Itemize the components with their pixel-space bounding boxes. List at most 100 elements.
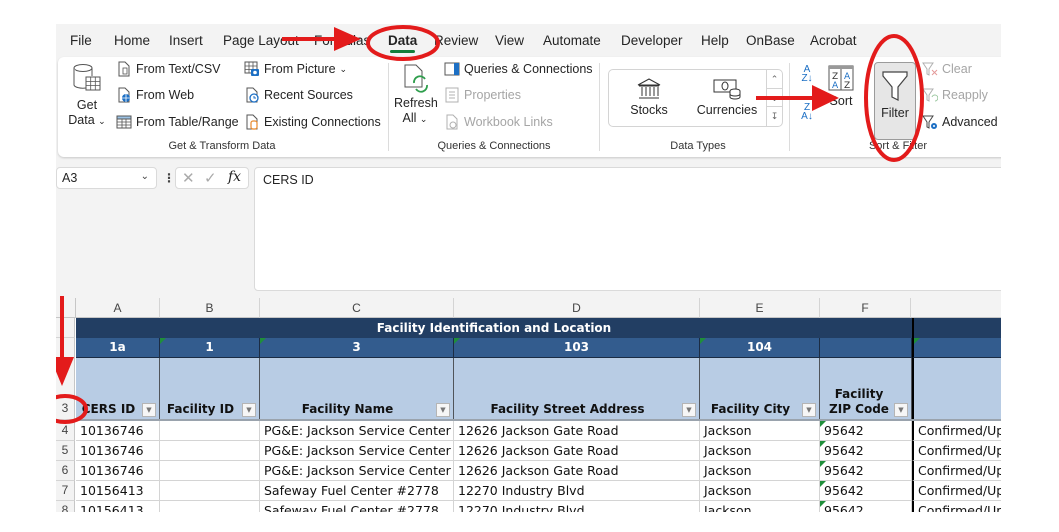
formula-input[interactable]: CERS ID	[254, 167, 1001, 291]
cell-city[interactable]: Jackson	[700, 501, 820, 512]
cell-street-address[interactable]: 12270 Industry Blvd	[454, 501, 700, 512]
filter-dropdown-icon[interactable]: ▼	[142, 403, 156, 417]
clear-button[interactable]: Clear	[922, 61, 972, 77]
tab-page-layout[interactable]: Page Layout	[223, 33, 299, 48]
row-header-7[interactable]: 7	[56, 481, 75, 501]
cell-facility-name[interactable]: Safeway Fuel Center #2778	[260, 481, 454, 501]
enter-check-icon[interactable]: ✓	[204, 169, 217, 187]
filter-dropdown-icon[interactable]: ▼	[802, 403, 816, 417]
row-header-1[interactable]	[56, 318, 75, 338]
band-title-next[interactable]	[912, 318, 1001, 338]
cell-type[interactable]: Confirmed/Upd	[912, 501, 1001, 512]
row-header-5[interactable]: 5	[56, 441, 75, 461]
row-header-6[interactable]: 6	[56, 461, 75, 481]
tab-view[interactable]: View	[495, 33, 524, 48]
cell-facility-name[interactable]: PG&E: Jackson Service Center	[260, 441, 454, 461]
cell-facility-id[interactable]	[160, 501, 260, 512]
tab-file[interactable]: File	[70, 33, 92, 48]
cell-type[interactable]: Confirmed/Upd	[912, 461, 1001, 481]
code-cell[interactable]: 103	[454, 338, 700, 358]
header-facility-city[interactable]: Facility City ▼	[700, 358, 820, 420]
cell-zip-code[interactable]: 95642	[820, 421, 912, 441]
row-header-4[interactable]: 4	[56, 421, 75, 441]
tab-review[interactable]: Review	[434, 33, 478, 48]
header-facility-zip-code[interactable]: Facility ZIP Code ▼	[820, 358, 912, 420]
cell-city[interactable]: Jackson	[700, 481, 820, 501]
cell-street-address[interactable]: 12270 Industry Blvd	[454, 481, 700, 501]
advanced-button[interactable]: Advanced	[922, 114, 998, 130]
cell-facility-id[interactable]	[160, 481, 260, 501]
filter-dropdown-icon[interactable]: ▼	[894, 403, 908, 417]
filter-button[interactable]: Filter	[874, 62, 916, 140]
formula-bar-grip-icon[interactable]: ⋮	[163, 171, 175, 185]
cell-street-address[interactable]: 12626 Jackson Gate Road	[454, 421, 700, 441]
filter-dropdown-icon[interactable]: ▼	[242, 403, 256, 417]
sort-button[interactable]: Z A A Z Sort	[826, 65, 856, 109]
cell-type[interactable]: Confirmed/Upd	[912, 421, 1001, 441]
header-type[interactable]: Typ	[912, 358, 1001, 420]
filter-dropdown-icon[interactable]: ▼	[682, 403, 696, 417]
sort-z-a-button[interactable]: Z A↓	[798, 103, 816, 122]
tab-insert[interactable]: Insert	[169, 33, 203, 48]
code-cell[interactable]: 1a	[76, 338, 160, 358]
code-cell[interactable]	[912, 338, 1001, 358]
row-header-8[interactable]: 8	[56, 501, 75, 512]
column-header-f[interactable]: F	[820, 298, 911, 318]
cell-street-address[interactable]: 12626 Jackson Gate Road	[454, 461, 700, 481]
name-box[interactable]: A3 ⌄	[56, 167, 157, 189]
row-header-3[interactable]: 3	[56, 358, 75, 420]
code-cell[interactable]: 3	[260, 338, 454, 358]
select-all-corner[interactable]	[56, 298, 76, 318]
tab-acrobat[interactable]: Acrobat	[810, 33, 857, 48]
cell-facility-name[interactable]: Safeway Fuel Center #2778	[260, 501, 454, 512]
cell-city[interactable]: Jackson	[700, 441, 820, 461]
row-header-2[interactable]	[56, 338, 75, 358]
column-header-c[interactable]: C	[260, 298, 454, 318]
cell-facility-id[interactable]	[160, 421, 260, 441]
cancel-icon[interactable]: ✕	[182, 169, 195, 187]
cell-zip-code[interactable]: 95642	[820, 461, 912, 481]
code-cell[interactable]: 1	[160, 338, 260, 358]
code-cell[interactable]	[820, 338, 912, 358]
filter-dropdown-icon[interactable]: ▼	[436, 403, 450, 417]
cell-cers-id[interactable]: 10156413	[76, 501, 160, 512]
cell-street-address[interactable]: 12626 Jackson Gate Road	[454, 441, 700, 461]
cell-zip-code[interactable]: 95642	[820, 481, 912, 501]
header-facility-id[interactable]: Facility ID ▼	[160, 358, 260, 420]
insert-function-icon[interactable]: fx	[228, 169, 241, 185]
tab-onbase[interactable]: OnBase	[746, 33, 795, 48]
cell-type[interactable]: Confirmed/Upd	[912, 441, 1001, 461]
column-header-b[interactable]: B	[160, 298, 260, 318]
header-facility-street-address[interactable]: Facility Street Address ▼	[454, 358, 700, 420]
cell-zip-code[interactable]: 95642	[820, 501, 912, 512]
cell-facility-name[interactable]: PG&E: Jackson Service Center	[260, 421, 454, 441]
tab-home[interactable]: Home	[114, 33, 150, 48]
cell-city[interactable]: Jackson	[700, 461, 820, 481]
column-header-a[interactable]: A	[76, 298, 160, 318]
cell-zip-code[interactable]: 95642	[820, 441, 912, 461]
cell-facility-id[interactable]	[160, 441, 260, 461]
column-header-e[interactable]: E	[700, 298, 820, 318]
tab-automate[interactable]: Automate	[543, 33, 601, 48]
cell-cers-id[interactable]: 10136746	[76, 441, 160, 461]
cell-cers-id[interactable]: 10136746	[76, 421, 160, 441]
cell-type[interactable]: Confirmed/Upd	[912, 481, 1001, 501]
header-facility-name[interactable]: Facility Name ▼	[260, 358, 454, 420]
cell-cers-id[interactable]: 10156413	[76, 481, 160, 501]
chevron-down-icon[interactable]: ⌄	[141, 171, 149, 182]
reapply-button[interactable]: Reapply	[922, 87, 988, 103]
sort-a-z-button[interactable]: A Z↓	[798, 65, 816, 84]
column-header-d[interactable]: D	[454, 298, 700, 318]
header-cers-id[interactable]: CERS ID ▼	[76, 358, 160, 420]
band-title[interactable]: Facility Identification and Location	[76, 318, 912, 338]
tab-data[interactable]: Data	[388, 33, 417, 53]
cell-city[interactable]: Jackson	[700, 421, 820, 441]
cell-facility-id[interactable]	[160, 461, 260, 481]
tab-formulas[interactable]: Formulas	[314, 33, 370, 48]
column-header-g[interactable]	[911, 298, 1001, 318]
code-cell[interactable]: 104	[700, 338, 820, 358]
tab-help[interactable]: Help	[701, 33, 729, 48]
cell-facility-name[interactable]: PG&E: Jackson Service Center	[260, 461, 454, 481]
tab-developer[interactable]: Developer	[621, 33, 683, 48]
cell-cers-id[interactable]: 10136746	[76, 461, 160, 481]
